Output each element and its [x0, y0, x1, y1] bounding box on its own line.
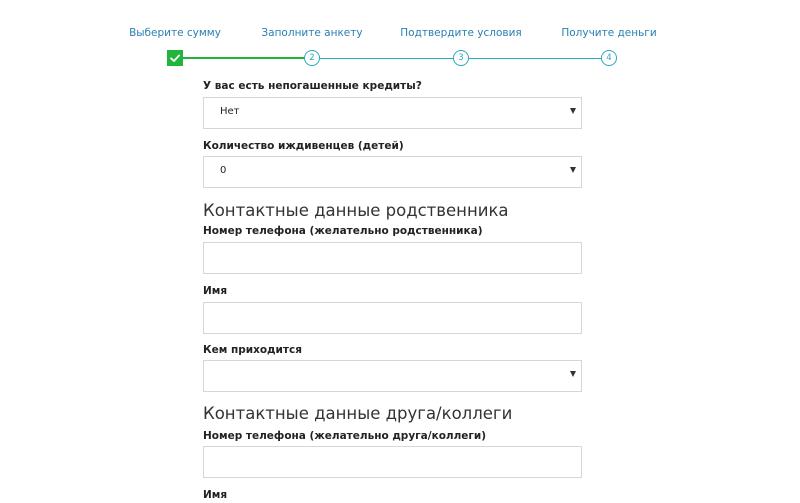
friend-phone-input[interactable]: [203, 446, 582, 478]
relative-phone-input[interactable]: [203, 242, 582, 274]
step-4-circle: 4: [601, 50, 617, 66]
credits-select-value: Нет: [220, 106, 240, 117]
credits-select[interactable]: Нет: [203, 97, 582, 129]
loan-application-page: Выберите сумму Заполните анкету Подтверд…: [0, 0, 800, 503]
step-2-label: Заполните анкету: [261, 27, 363, 39]
step-2-circle: 2: [304, 50, 320, 66]
relative-name-input[interactable]: [203, 302, 582, 334]
dependents-select-value: 0: [220, 165, 227, 176]
relative-phone-label: Номер телефона (желательно родственника): [203, 225, 483, 237]
step-connector: [469, 58, 601, 59]
relation-select[interactable]: [203, 360, 582, 392]
step-1-check-icon: [167, 50, 183, 66]
friend-phone-label: Номер телефона (желательно друга/коллеги…: [203, 430, 487, 442]
dependents-select[interactable]: 0: [203, 156, 582, 188]
credits-label: У вас есть непогашенные кредиты?: [203, 80, 422, 92]
step-4-label: Получите деньги: [561, 27, 657, 39]
friend-name-label: Имя: [203, 489, 228, 501]
step-1-label: Выберите сумму: [129, 27, 221, 39]
dropdown-caret-icon: [570, 108, 576, 114]
dropdown-caret-icon: [570, 167, 576, 173]
dropdown-caret-icon: [570, 371, 576, 377]
dependents-label: Количество иждивенцев (детей): [203, 140, 404, 152]
relation-label: Кем приходится: [203, 344, 302, 356]
step-connector: [320, 58, 453, 59]
relative-section-title: Контактные данные родственника: [203, 201, 509, 220]
step-connector-done: [183, 57, 304, 59]
relative-name-label: Имя: [203, 285, 228, 297]
friend-section-title: Контактные данные друга/коллеги: [203, 404, 513, 423]
step-3-label: Подтвердите условия: [400, 27, 522, 39]
step-3-circle: 3: [453, 50, 469, 66]
